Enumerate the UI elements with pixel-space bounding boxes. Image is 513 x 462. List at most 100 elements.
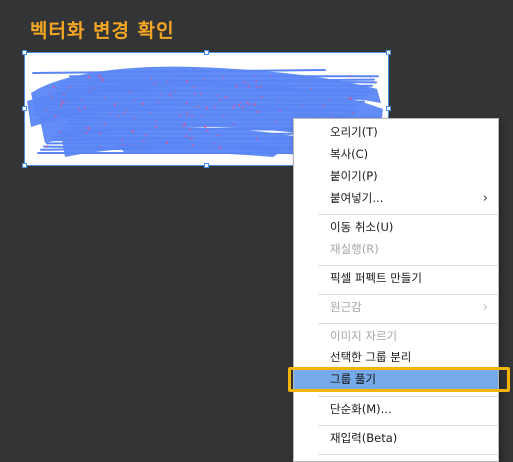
menu-item-label: 그룹 풀기 bbox=[330, 372, 376, 386]
brush-speckle bbox=[310, 87, 313, 90]
brush-speckle bbox=[61, 100, 63, 103]
menu-item-copy[interactable]: 복사(C) bbox=[294, 144, 498, 165]
brush-speckle bbox=[301, 104, 303, 106]
brush-speckle bbox=[103, 122, 106, 125]
menu-item-retype[interactable]: 재입력(Beta) bbox=[294, 428, 498, 449]
menu-item-simplify[interactable]: 단순화(M)... bbox=[294, 399, 498, 420]
brush-speckle bbox=[201, 115, 204, 117]
brush-speckle bbox=[58, 131, 62, 133]
brush-speckle bbox=[185, 135, 188, 138]
brush-speckle bbox=[122, 112, 125, 114]
brush-speckle bbox=[179, 114, 182, 116]
brush-speckle bbox=[193, 93, 196, 95]
brush-speckle bbox=[216, 95, 219, 97]
menu-item-ungroup[interactable]: 그룹 풀기 bbox=[294, 369, 498, 390]
brush-speckle bbox=[45, 110, 47, 112]
brush-speckle bbox=[255, 80, 258, 82]
selection-handle-bottom-center[interactable] bbox=[204, 163, 209, 168]
brush-speckle bbox=[131, 130, 134, 133]
brush-speckle bbox=[85, 132, 88, 134]
brush-speckle bbox=[145, 133, 147, 136]
menu-item-label: 이미지 자르기 bbox=[330, 329, 398, 343]
brush-speckle bbox=[222, 76, 224, 79]
brush-speckle bbox=[122, 143, 124, 146]
brush-speckle bbox=[270, 76, 272, 78]
selection-handle-middle-left[interactable] bbox=[22, 106, 27, 111]
brush-speckle bbox=[224, 96, 227, 99]
menu-item-label: 복사(C) bbox=[330, 147, 369, 161]
menu-item-label: 단순화(M)... bbox=[330, 402, 392, 416]
brush-speckle bbox=[46, 145, 49, 147]
brush-speckle bbox=[99, 77, 101, 79]
brush-speckle bbox=[98, 75, 101, 78]
brush-speckle bbox=[256, 137, 258, 140]
menu-item-label: 재실행(R) bbox=[330, 242, 379, 256]
page-title: 벡터화 변경 확인 bbox=[30, 20, 175, 42]
menu-item-label: 붙여넣기... bbox=[330, 191, 384, 205]
selection-handle-top-center[interactable] bbox=[204, 50, 209, 55]
brush-speckle bbox=[63, 93, 65, 96]
brush-speckle bbox=[189, 128, 191, 131]
menu-item-undo-move[interactable]: 이동 취소(U) bbox=[294, 217, 498, 238]
brush-speckle bbox=[130, 143, 132, 146]
brush-speckle bbox=[203, 78, 205, 81]
menu-separator bbox=[318, 454, 498, 455]
brush-speckle bbox=[232, 122, 235, 124]
brush-speckle bbox=[206, 129, 209, 132]
brush-speckle bbox=[233, 104, 235, 107]
brush-speckle bbox=[253, 103, 256, 106]
brush-speckle bbox=[169, 93, 171, 96]
brush-speckle bbox=[157, 100, 159, 103]
menu-item-cut[interactable]: 오리기(T) bbox=[294, 122, 498, 143]
menu-item-paste-special[interactable]: 붙여넣기... › bbox=[294, 188, 498, 209]
selection-handle-top-right[interactable] bbox=[386, 50, 391, 55]
menu-item-label: 선택한 그룹 분리 bbox=[330, 350, 412, 364]
selection-handle-bottom-left[interactable] bbox=[22, 163, 27, 168]
brush-speckle bbox=[87, 75, 90, 79]
brush-speckle bbox=[322, 104, 325, 107]
menu-item-label: 원근감 bbox=[330, 300, 362, 314]
menu-item-make-pixel-perfect[interactable]: 픽셀 퍼펙트 만들기 bbox=[294, 268, 498, 289]
menu-item-paste[interactable]: 붙이기(P) bbox=[294, 166, 498, 187]
brush-speckle bbox=[185, 102, 188, 105]
brush-speckle bbox=[240, 102, 242, 104]
brush-speckle bbox=[256, 110, 260, 113]
brush-speckle bbox=[220, 98, 222, 101]
brush-speckle bbox=[117, 115, 120, 117]
brush-speckle bbox=[298, 84, 300, 86]
brush-speckle bbox=[172, 95, 174, 98]
brush-speckle bbox=[99, 132, 102, 135]
brush-speckle bbox=[331, 115, 333, 118]
brush-speckle bbox=[52, 86, 55, 89]
brush-speckle bbox=[81, 98, 83, 101]
brush-speckle bbox=[99, 146, 102, 148]
brush-speckle bbox=[254, 75, 256, 77]
brush-speckle bbox=[274, 121, 276, 123]
selection-handle-middle-right[interactable] bbox=[386, 106, 391, 111]
brush-speckle bbox=[155, 125, 158, 128]
brush-speckle bbox=[69, 138, 71, 140]
brush-speckle bbox=[113, 103, 116, 106]
brush-speckle bbox=[129, 92, 132, 94]
selection-handle-top-left[interactable] bbox=[22, 50, 27, 55]
menu-separator bbox=[318, 396, 498, 397]
brush-speckle bbox=[141, 102, 144, 105]
brush-speckle bbox=[85, 127, 88, 129]
brush-speckle bbox=[92, 87, 94, 89]
brush-speckle bbox=[133, 117, 135, 120]
brush-speckle bbox=[241, 106, 244, 109]
menu-separator bbox=[318, 265, 498, 266]
brush-speckle bbox=[348, 96, 352, 99]
brush-speckle bbox=[255, 86, 258, 88]
brush-speckle bbox=[247, 85, 250, 88]
brush-speckle bbox=[195, 106, 197, 108]
menu-item-label: 재입력(Beta) bbox=[330, 431, 398, 445]
menu-item-label: 오리기(T) bbox=[330, 125, 378, 139]
menu-item-ungroup-selected[interactable]: 선택한 그룹 분리 bbox=[294, 347, 498, 368]
menu-separator bbox=[318, 323, 498, 324]
brush-speckle bbox=[126, 109, 128, 111]
brush-speckle bbox=[247, 103, 251, 105]
brush-speckle bbox=[185, 80, 189, 83]
brush-speckle bbox=[205, 107, 208, 110]
brush-speckle bbox=[78, 107, 81, 109]
